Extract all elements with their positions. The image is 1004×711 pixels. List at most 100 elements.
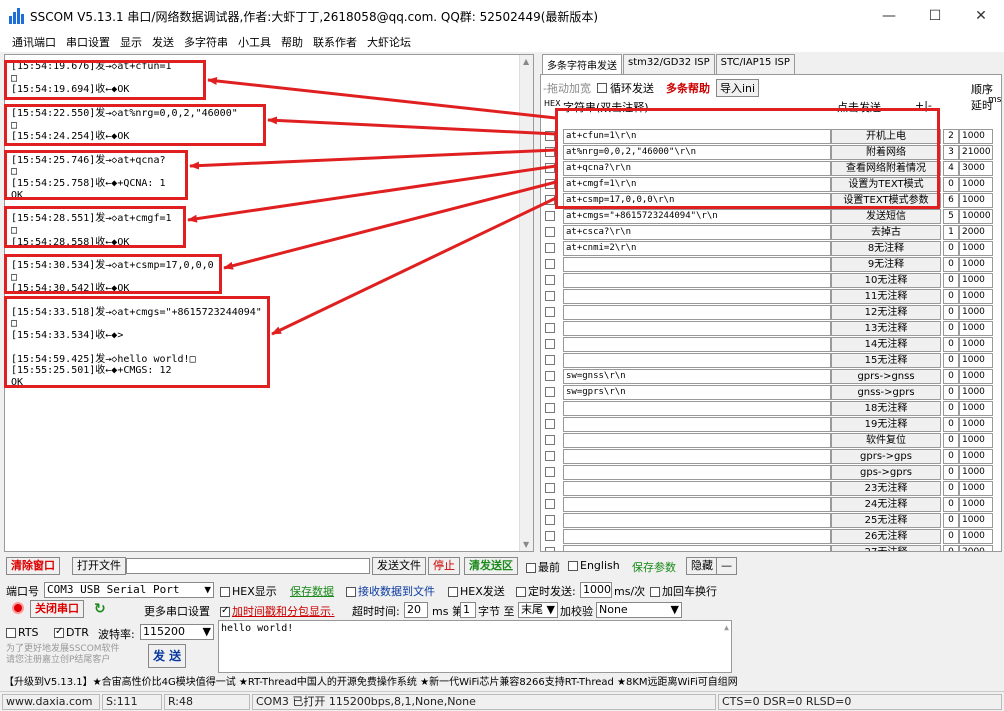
click-send-button[interactable]: 19无注释 (831, 417, 941, 432)
english-option[interactable]: English (568, 559, 620, 572)
delay-input[interactable]: 1000 (959, 273, 993, 288)
delay-input[interactable]: 2000 (959, 545, 993, 551)
string-input[interactable] (563, 433, 831, 448)
front-option[interactable]: 最前 (526, 559, 560, 575)
order-input[interactable]: 0 (943, 177, 959, 192)
order-input[interactable]: 5 (943, 209, 959, 224)
click-send-button[interactable]: gnss->gprs (831, 385, 941, 400)
timed-send-option[interactable]: 定时发送: (516, 583, 576, 599)
delay-input[interactable]: 3000 (959, 161, 993, 176)
delay-input[interactable]: 1000 (959, 337, 993, 352)
delay-input[interactable]: 1000 (959, 401, 993, 416)
hex-display-option[interactable]: HEX显示 (220, 583, 277, 599)
hex-checkbox[interactable] (545, 355, 555, 365)
order-input[interactable]: 0 (943, 353, 959, 368)
order-input[interactable]: 0 (943, 513, 959, 528)
order-input[interactable]: 0 (943, 369, 959, 384)
string-input[interactable] (563, 273, 831, 288)
rts-option[interactable]: RTS (6, 626, 39, 639)
string-input[interactable] (563, 353, 831, 368)
save-params-link[interactable]: 保存参数 (632, 559, 676, 575)
send-button[interactable]: 发 送 (148, 644, 187, 668)
delay-input[interactable]: 1000 (959, 305, 993, 320)
string-input[interactable] (563, 401, 831, 416)
string-input[interactable] (563, 417, 831, 432)
order-input[interactable]: 0 (943, 385, 959, 400)
click-send-button[interactable]: gprs->gnss (831, 369, 941, 384)
menu-tools[interactable]: 小工具 (238, 34, 271, 50)
hex-checkbox[interactable] (545, 403, 555, 413)
click-send-button[interactable]: 24无注释 (831, 497, 941, 512)
click-send-button[interactable]: 27无注释 (831, 545, 941, 551)
delay-input[interactable]: 1000 (959, 465, 993, 480)
save-data-link[interactable]: 保存数据 (290, 583, 334, 599)
string-input[interactable]: at+cnmi=2\r\n (563, 241, 831, 256)
delay-input[interactable]: 2000 (959, 225, 993, 240)
hex-checkbox[interactable] (545, 419, 555, 429)
click-send-button[interactable]: 8无注释 (831, 241, 941, 256)
collapse-button[interactable]: — (716, 557, 737, 575)
hex-checkbox[interactable] (545, 147, 555, 157)
delay-input[interactable]: 1000 (959, 129, 993, 144)
string-input[interactable] (563, 513, 831, 528)
send-text-area[interactable]: hello world! ▲ (218, 620, 732, 673)
delay-input[interactable]: 1000 (959, 193, 993, 208)
hex-checkbox[interactable] (545, 435, 555, 445)
hex-checkbox[interactable] (545, 499, 555, 509)
timeout-input[interactable]: 20 (404, 602, 428, 618)
timestamp-option[interactable]: 加时间戳和分包显示. (220, 603, 335, 619)
delay-input[interactable]: 1000 (959, 353, 993, 368)
click-send-button[interactable]: 18无注释 (831, 401, 941, 416)
tab-stc-isp[interactable]: STC/IAP15 ISP (715, 54, 795, 74)
string-input[interactable] (563, 465, 831, 480)
clear-send-area-button[interactable]: 清发送区 (464, 557, 518, 575)
baud-select[interactable]: 115200 ▼ (140, 624, 214, 640)
delay-input[interactable]: 1000 (959, 289, 993, 304)
tab-stm32-isp[interactable]: stm32/GD32 ISP (623, 54, 715, 74)
hex-checkbox[interactable] (545, 531, 555, 541)
string-input[interactable] (563, 449, 831, 464)
order-input[interactable]: 0 (943, 289, 959, 304)
delay-input[interactable]: 21000 (959, 145, 993, 160)
tab-multi-string[interactable]: 多条字符串发送 (542, 54, 622, 74)
site-link[interactable]: www.daxia.com (2, 694, 100, 710)
hex-send-option[interactable]: HEX发送 (448, 583, 505, 599)
add-crlf-option[interactable]: 加回车换行 (650, 583, 717, 599)
click-send-button[interactable]: 10无注释 (831, 273, 941, 288)
hex-checkbox[interactable] (545, 275, 555, 285)
send-file-button[interactable]: 发送文件 (372, 557, 426, 575)
delay-input[interactable]: 1000 (959, 385, 993, 400)
multi-help-link[interactable]: 多条帮助 (666, 80, 710, 96)
hex-checkbox[interactable] (545, 179, 555, 189)
click-send-button[interactable]: 26无注释 (831, 529, 941, 544)
menu-multi-string[interactable]: 多字符串 (184, 34, 228, 50)
order-input[interactable]: 0 (943, 337, 959, 352)
port-select[interactable]: COM3 USB Serial Port ▼ (44, 582, 214, 598)
string-input[interactable] (563, 289, 831, 304)
hex-checkbox[interactable] (545, 259, 555, 269)
dtr-option[interactable]: DTR (54, 626, 89, 639)
delay-input[interactable]: 1000 (959, 241, 993, 256)
delay-input[interactable]: 1000 (959, 257, 993, 272)
hex-checkbox[interactable] (545, 211, 555, 221)
delay-input[interactable]: 1000 (959, 449, 993, 464)
scroll-down-icon[interactable]: ▼ (523, 540, 529, 549)
order-input[interactable]: 0 (943, 449, 959, 464)
order-input[interactable]: 0 (943, 401, 959, 416)
import-ini-button[interactable]: 导入ini (715, 79, 760, 97)
order-input[interactable]: 0 (943, 481, 959, 496)
string-input[interactable] (563, 481, 831, 496)
click-send-button[interactable]: gprs->gps (831, 449, 941, 464)
refresh-icon[interactable]: ↻ (94, 601, 106, 617)
delay-input[interactable]: 1000 (959, 177, 993, 192)
string-input[interactable]: at+cmgs="+8615723244094"\r\n (563, 209, 831, 224)
click-send-button[interactable]: 软件复位 (831, 433, 941, 448)
menu-forum[interactable]: 大虾论坛 (367, 34, 411, 50)
timed-interval-input[interactable]: 1000 (580, 582, 612, 598)
hex-checkbox[interactable] (545, 323, 555, 333)
hex-checkbox[interactable] (545, 371, 555, 381)
hex-checkbox[interactable] (545, 339, 555, 349)
click-send-button[interactable]: 发送短信 (831, 209, 941, 224)
hex-checkbox[interactable] (545, 195, 555, 205)
order-input[interactable]: 1 (943, 225, 959, 240)
